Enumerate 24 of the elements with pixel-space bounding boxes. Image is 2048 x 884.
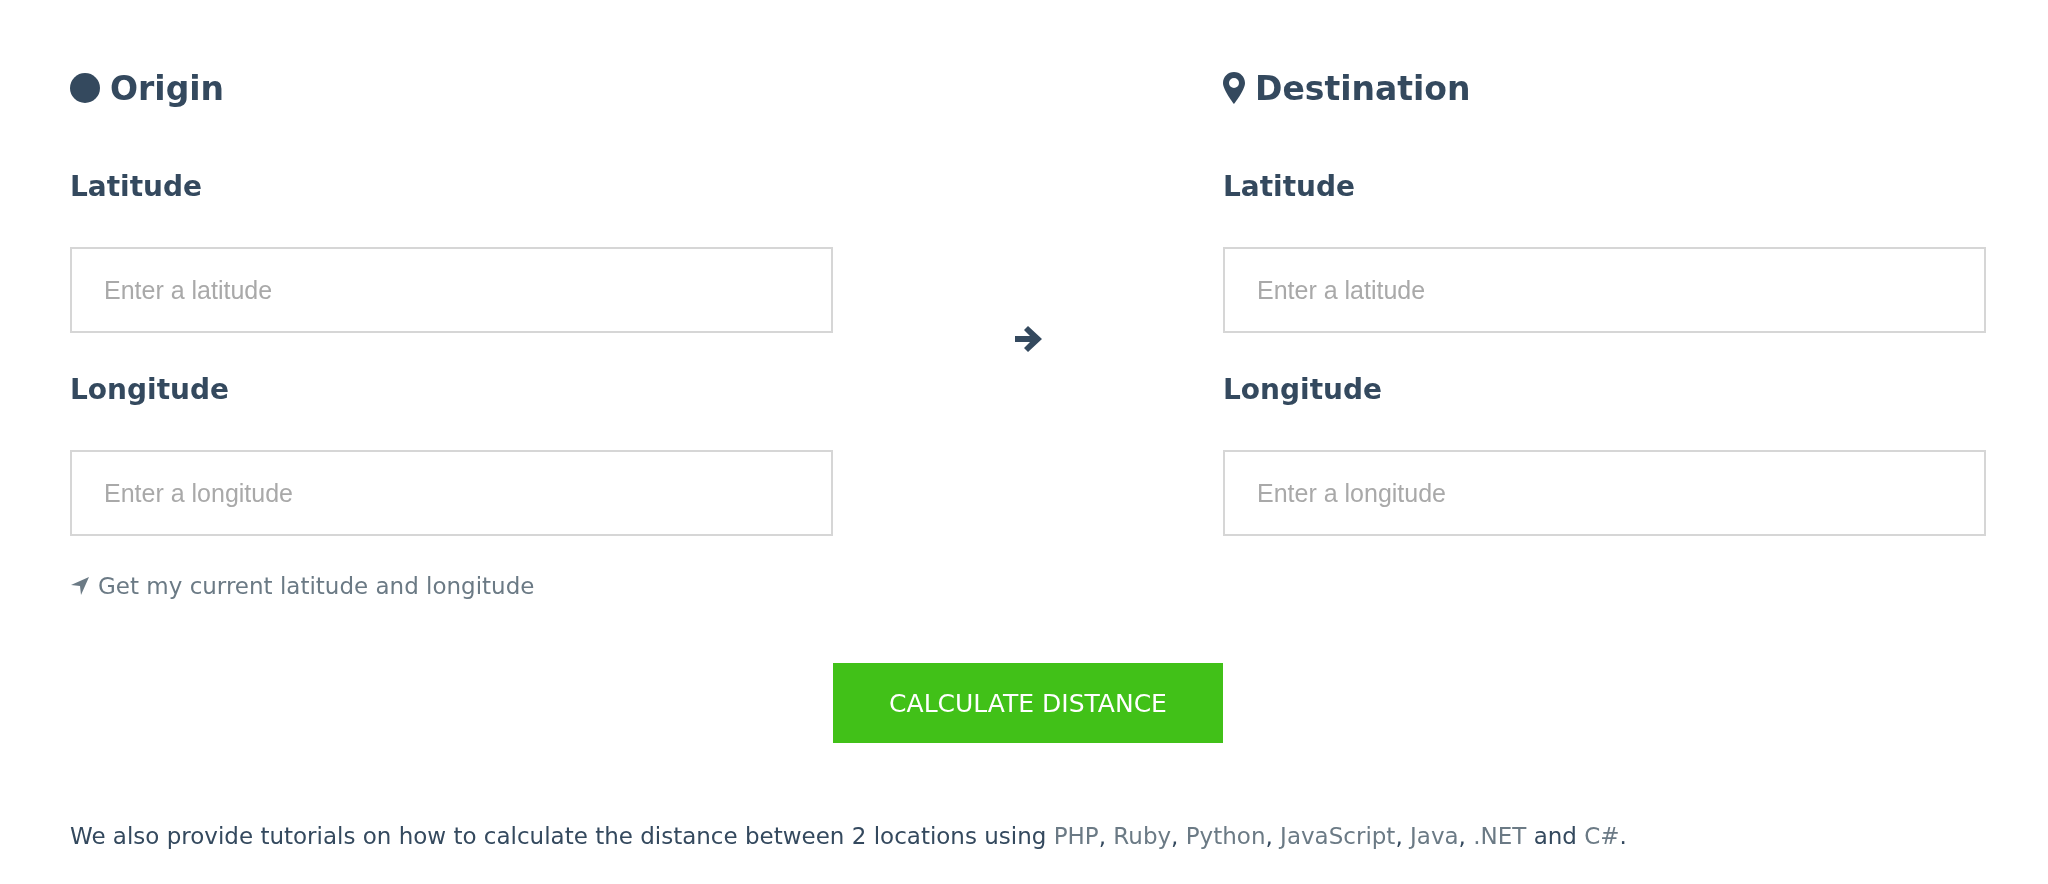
language-link[interactable]: PHP: [1053, 823, 1099, 849]
field-label: Longitude: [70, 373, 230, 406]
section-title-text: Origin: [110, 68, 225, 108]
language-link[interactable]: JavaScript: [1280, 823, 1396, 849]
location-arrow-icon: [70, 576, 90, 596]
language-link[interactable]: Python: [1185, 823, 1266, 849]
language-link[interactable]: Java: [1410, 823, 1459, 849]
input-field[interactable]: Enter a latitude: [70, 247, 833, 333]
map-pin-icon: [1223, 72, 1245, 104]
locate-link[interactable]: Get my current latitude and longitude: [70, 573, 535, 599]
field-label: Longitude: [1223, 373, 1383, 406]
language-link[interactable]: Ruby: [1113, 823, 1172, 849]
section-title-text: Destination: [1255, 68, 1471, 108]
language-link[interactable]: .NET: [1473, 823, 1527, 849]
language-link[interactable]: C#: [1584, 823, 1620, 849]
right-arrow-icon: [1013, 325, 1043, 353]
field-label: Latitude: [1223, 170, 1357, 203]
input-field[interactable]: Enter a longitude: [70, 450, 833, 536]
circle-icon: [70, 73, 100, 103]
input-field[interactable]: Enter a latitude: [1223, 247, 1986, 333]
field-label: Latitude: [70, 170, 204, 203]
input-field[interactable]: Enter a longitude: [1223, 450, 1986, 536]
calculate-distance-button[interactable]: CALCULATE DISTANCE: [833, 663, 1223, 743]
tutorials-sentence: We also provide tutorials on how to calculate the distance between 2 locations using PHP, Ruby, Python, JavaScript, Java, .NET and C#.: [70, 823, 1628, 849]
